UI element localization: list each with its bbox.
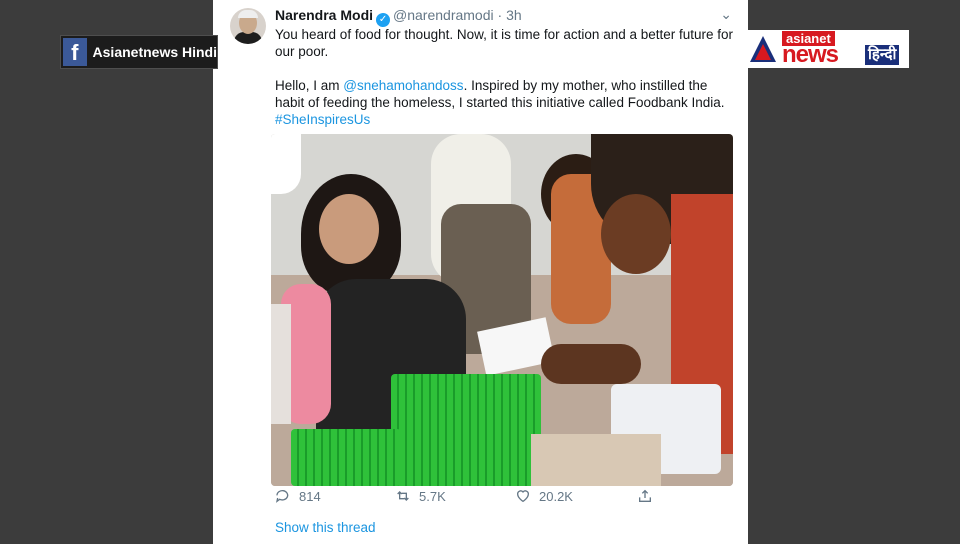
brand-hindi: हिन्दी <box>865 45 900 65</box>
facebook-icon: f <box>63 38 87 66</box>
hashtag-link[interactable]: #SheInspiresUs <box>275 111 735 128</box>
show-thread-link[interactable]: Show this thread <box>275 520 376 535</box>
asianet-news-logo: asianet news हिन्दी <box>744 30 909 68</box>
reply-icon <box>276 490 289 503</box>
mention-link[interactable]: @snehamohandoss <box>343 78 463 93</box>
avatar[interactable] <box>230 8 266 44</box>
facebook-page-badge: f Asianetnews Hindi <box>60 35 218 69</box>
share-button[interactable] <box>637 488 653 504</box>
separator: · <box>497 7 503 23</box>
reply-count: 814 <box>299 488 321 504</box>
retweet-button[interactable]: 5.7K <box>395 488 446 504</box>
author-handle[interactable]: @narendramodi <box>393 7 494 23</box>
tweet-actions: 814 5.7K 20.2K <box>275 488 735 508</box>
retweet-icon <box>397 491 409 501</box>
brand-news: news <box>782 41 839 68</box>
like-count: 20.2K <box>539 488 573 504</box>
tweet: Narendra Modi ✓ @narendramodi · 3h ⌄ You h… <box>213 0 748 544</box>
heart-icon <box>517 490 529 503</box>
tweet-header: Narendra Modi ✓ @narendramodi · 3h <box>275 7 522 27</box>
tweet-time[interactable]: 3h <box>506 7 522 23</box>
author-name[interactable]: Narendra Modi <box>275 7 373 23</box>
like-button[interactable]: 20.2K <box>515 488 573 504</box>
right-background <box>748 0 960 544</box>
verified-icon: ✓ <box>376 13 391 27</box>
tweet-line-1: You heard of food for thought. Now, it i… <box>275 27 734 59</box>
retweet-count: 5.7K <box>419 488 446 504</box>
tweet-text: You heard of food for thought. Now, it i… <box>275 26 735 128</box>
tweet-photo[interactable] <box>271 134 733 486</box>
facebook-page-label: Asianetnews Hindi <box>92 44 217 60</box>
tweet-card: Narendra Modi ✓ @narendramodi · 3h ⌄ You h… <box>213 0 748 544</box>
chevron-down-icon[interactable]: ⌄ <box>720 6 732 23</box>
left-background <box>0 0 213 544</box>
reply-button[interactable]: 814 <box>275 488 321 504</box>
asianet-triangle-icon <box>750 36 776 62</box>
share-icon <box>639 489 651 502</box>
tweet-line-2: Hello, I am @snehamohandoss. Inspired by… <box>275 78 725 110</box>
